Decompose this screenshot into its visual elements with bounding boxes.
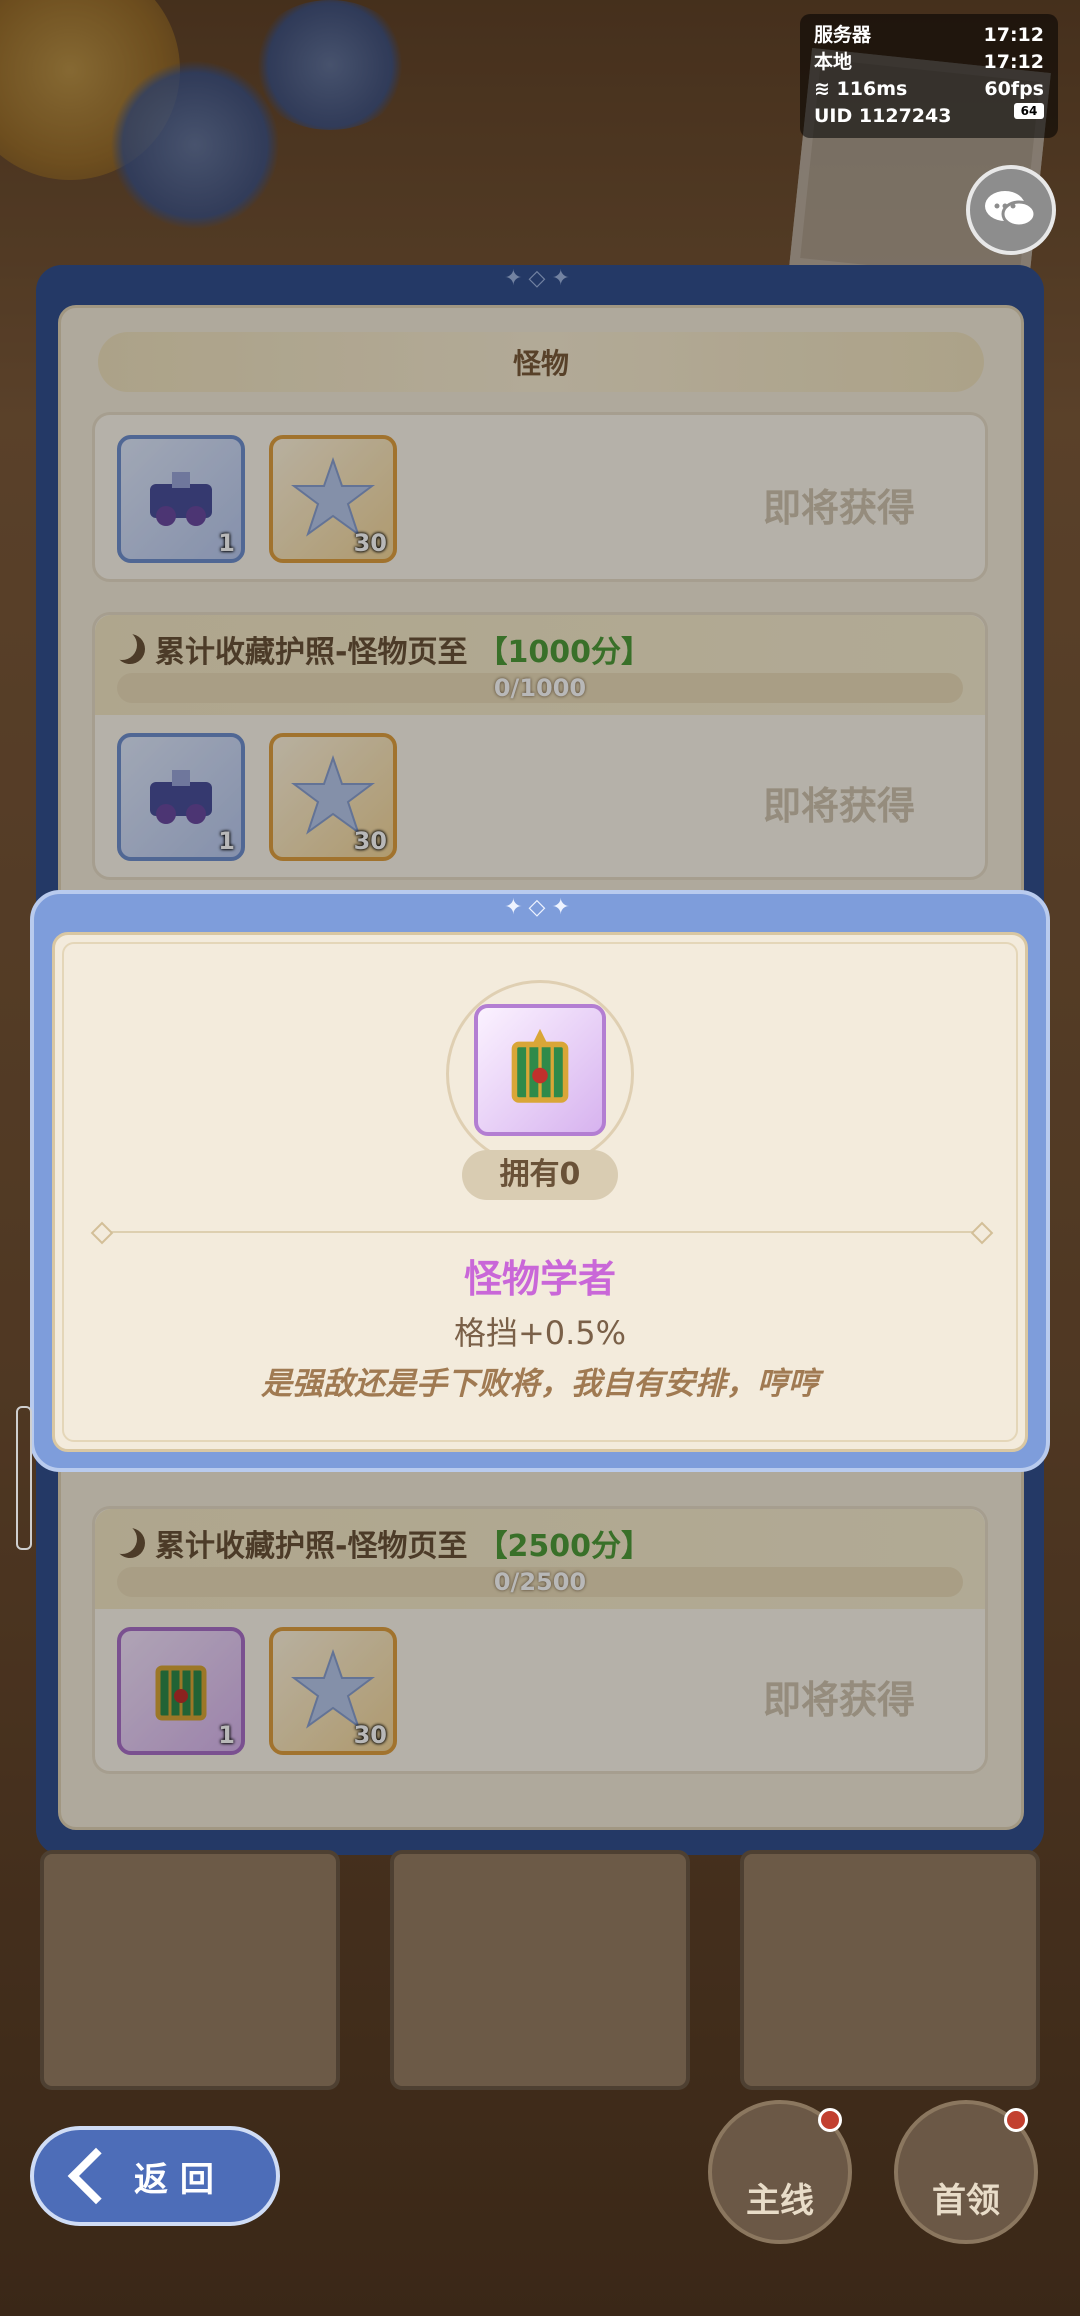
chat-bubbles-icon xyxy=(985,191,1037,228)
battery-icon: 64 xyxy=(1014,103,1044,119)
local-time: 17:12 xyxy=(983,51,1044,73)
notification-dot xyxy=(1004,2108,1028,2132)
medal-name: 怪物学者 xyxy=(463,1257,616,1301)
monster-card-row xyxy=(40,1850,1040,2090)
server-time: 17:12 xyxy=(983,24,1044,46)
monster-card[interactable] xyxy=(740,1850,1040,2090)
wifi-icon: ≋ xyxy=(814,78,837,100)
notification-dot xyxy=(818,2108,842,2132)
medal-stat: 格挡+0.5% xyxy=(453,1314,627,1352)
chat-button[interactable] xyxy=(966,165,1056,255)
mainline-button[interactable]: 主线 xyxy=(708,2100,852,2244)
boss-button[interactable]: 首领 xyxy=(894,2100,1038,2244)
boss-label: 首领 xyxy=(932,2181,1000,2221)
side-drawer-handle[interactable] xyxy=(16,1406,32,1550)
uid-readout: UID 1127243 xyxy=(814,105,952,127)
server-label: 服务器 xyxy=(814,24,872,46)
medal-quote: 是强敌还是手下败将，我自有安排，哼哼 xyxy=(261,1366,819,1402)
back-arrow-icon xyxy=(67,2147,125,2205)
fps-readout: 60fps xyxy=(984,78,1044,100)
monster-card[interactable] xyxy=(40,1850,340,2090)
back-label: 返 回 xyxy=(134,2159,214,2200)
cage-medal-icon xyxy=(511,1028,569,1103)
debug-status-overlay: 服务器 17:12 本地 17:12 ≋ 116ms 60fps UID 112724… xyxy=(800,14,1058,138)
ping-readout: ≋ 116ms xyxy=(814,78,908,100)
popup-divider xyxy=(102,1231,978,1233)
popup-ornament: ✦◇✦ xyxy=(504,895,576,920)
monster-card[interactable] xyxy=(390,1850,690,2090)
owned-count-badge: 拥有0 xyxy=(462,1150,618,1200)
local-label: 本地 xyxy=(814,51,853,73)
mainline-label: 主线 xyxy=(746,2181,814,2221)
medal-portrait xyxy=(474,1004,606,1136)
back-button[interactable]: 返 回 xyxy=(30,2126,280,2226)
